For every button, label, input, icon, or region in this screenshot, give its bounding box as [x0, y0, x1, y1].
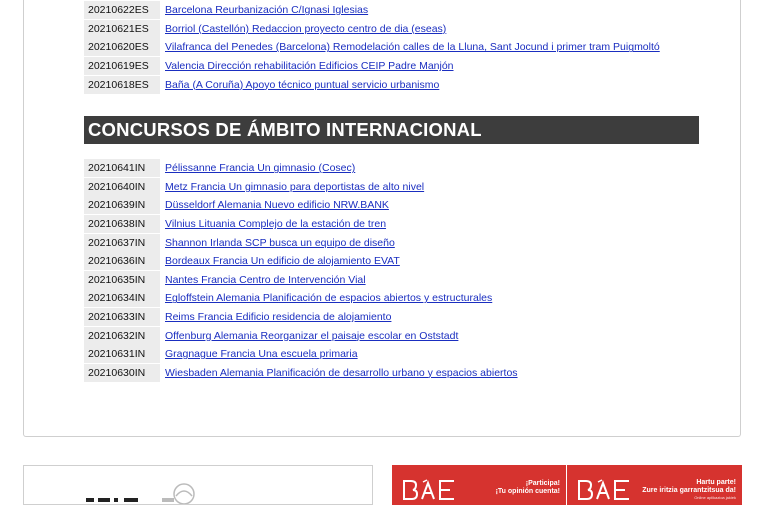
- competition-link[interactable]: Wiesbaden Alemania Planificación de desa…: [165, 367, 518, 379]
- banner-line1: Hartu parte!: [696, 479, 736, 486]
- competition-code: 20210641IN: [84, 159, 160, 178]
- competition-code: 20210631IN: [84, 345, 160, 364]
- competition-link[interactable]: Reims Francia Edificio residencia de alo…: [165, 311, 391, 323]
- competition-link[interactable]: Gragnague Francia Una escuela primaria: [165, 348, 358, 360]
- list-item: 20210634IN Egloffstein Alemania Planifica…: [84, 289, 700, 308]
- competition-code: 20210633IN: [84, 308, 160, 327]
- bae-logo-icon: [402, 479, 456, 505]
- banner-participa[interactable]: ¡Participa! ¡Tu opinión cuenta!: [392, 465, 566, 505]
- list-item: 20210622ES Barcelona Reurbanización C/Ign…: [84, 1, 700, 20]
- list-item: 20210641IN Pélissanne Francia Un gimnasio…: [84, 159, 700, 178]
- list-item: 20210631IN Gragnague Francia Una escuela …: [84, 345, 700, 364]
- list-item: 20210636IN Bordeaux Francia Un edificio d…: [84, 252, 700, 271]
- competition-link[interactable]: Baña (A Coruña) Apoyo técnico puntual se…: [165, 79, 439, 91]
- list-item: 20210619ES Valencia Dirección rehabilitac…: [84, 57, 700, 76]
- list-item: 20210633IN Reims Francia Edificio residen…: [84, 308, 700, 327]
- competition-code: 20210637IN: [84, 233, 160, 252]
- competition-link[interactable]: Düsseldorf Alemania Nuevo edificio NRW.B…: [165, 199, 389, 211]
- list-item: 20210620ES Vilafranca del Penedes (Barcel…: [84, 38, 700, 57]
- competition-link[interactable]: Bordeaux Francia Un edificio de alojamie…: [165, 255, 400, 267]
- list-item: 20210635IN Nantes Francia Centro de Inter…: [84, 270, 700, 290]
- list-item: 20210618ES Baña (A Coruña) Apoyo técnico …: [84, 75, 700, 94]
- competition-link[interactable]: Metz Francia Un gimnasio para deportista…: [165, 181, 424, 193]
- banner-line1: ¡Participa!: [525, 480, 560, 487]
- competition-code: 20210630IN: [84, 363, 160, 382]
- section-heading-text: CONCURSOS DE ÁMBITO INTERNACIONAL: [88, 119, 482, 140]
- competition-link[interactable]: Nantes Francia Centro de Intervención Vi…: [165, 274, 366, 286]
- international-competitions-list: 20210641IN Pélissanne Francia Un gimnasio…: [84, 159, 700, 382]
- competition-code: 20210632IN: [84, 326, 160, 345]
- list-item: 20210640IN Metz Francia Un gimnasio para …: [84, 177, 700, 197]
- banner-line2: ¡Tu opinión cuenta!: [495, 488, 560, 495]
- competition-link[interactable]: Pélissanne Francia Un gimnasio (Cosec): [165, 162, 355, 174]
- list-item: 20210639IN Düsseldorf Alemania Nuevo edif…: [84, 196, 700, 215]
- banner-line3: Online aplikazioa jakiek: [694, 495, 736, 500]
- banner-hartu-parte[interactable]: Hartu parte! Zure iritzia garrantzitsua …: [567, 465, 742, 505]
- competition-link[interactable]: Vilnius Lituania Complejo de la estación…: [165, 218, 386, 230]
- competition-link[interactable]: Offenburg Alemania Reorganizar el paisaj…: [165, 330, 458, 342]
- competition-code: 20210635IN: [84, 270, 160, 289]
- competition-link[interactable]: Borriol (Castellón) Redaccion proyecto c…: [165, 23, 446, 35]
- competition-code: 20210636IN: [84, 252, 160, 271]
- competition-link[interactable]: Vilafranca del Penedes (Barcelona) Remod…: [165, 41, 660, 53]
- competition-code: 20210618ES: [84, 75, 160, 94]
- competition-code: 20210638IN: [84, 215, 160, 234]
- competition-link[interactable]: Egloffstein Alemania Planificación de es…: [165, 292, 492, 304]
- list-item: 20210632IN Offenburg Alemania Reorganizar…: [84, 326, 700, 345]
- competition-link[interactable]: Shannon Irlanda SCP busca un equipo de d…: [165, 237, 395, 249]
- competition-link[interactable]: Valencia Dirección rehabilitación Edific…: [165, 60, 454, 72]
- competition-code: 20210619ES: [84, 57, 160, 76]
- competition-link[interactable]: Barcelona Reurbanización C/Ignasi Iglesi…: [165, 4, 368, 16]
- competition-code: 20210640IN: [84, 177, 160, 196]
- national-competitions-list: 20210622ES Barcelona Reurbanización C/Ign…: [84, 1, 700, 94]
- list-item: 20210638IN Vilnius Lituania Complejo de l…: [84, 215, 700, 234]
- banner-left[interactable]: [23, 465, 373, 505]
- logo-partial-icon: [86, 483, 195, 504]
- list-item: 20210630IN Wiesbaden Alemania Planificaci…: [84, 363, 700, 383]
- competition-code: 20210622ES: [84, 1, 160, 20]
- banner-line2: Zure iritzia garrantzitsua da!: [642, 487, 736, 494]
- competition-code: 20210634IN: [84, 289, 160, 308]
- list-item: 20210621ES Borriol (Castellón) Redaccion …: [84, 19, 700, 39]
- bae-logo-icon: [577, 479, 631, 505]
- section-heading-international: CONCURSOS DE ÁMBITO INTERNACIONAL: [84, 116, 699, 144]
- competition-code: 20210639IN: [84, 196, 160, 215]
- list-item: 20210637IN Shannon Irlanda SCP busca un e…: [84, 233, 700, 252]
- competition-code: 20210620ES: [84, 38, 160, 57]
- competition-code: 20210621ES: [84, 19, 160, 38]
